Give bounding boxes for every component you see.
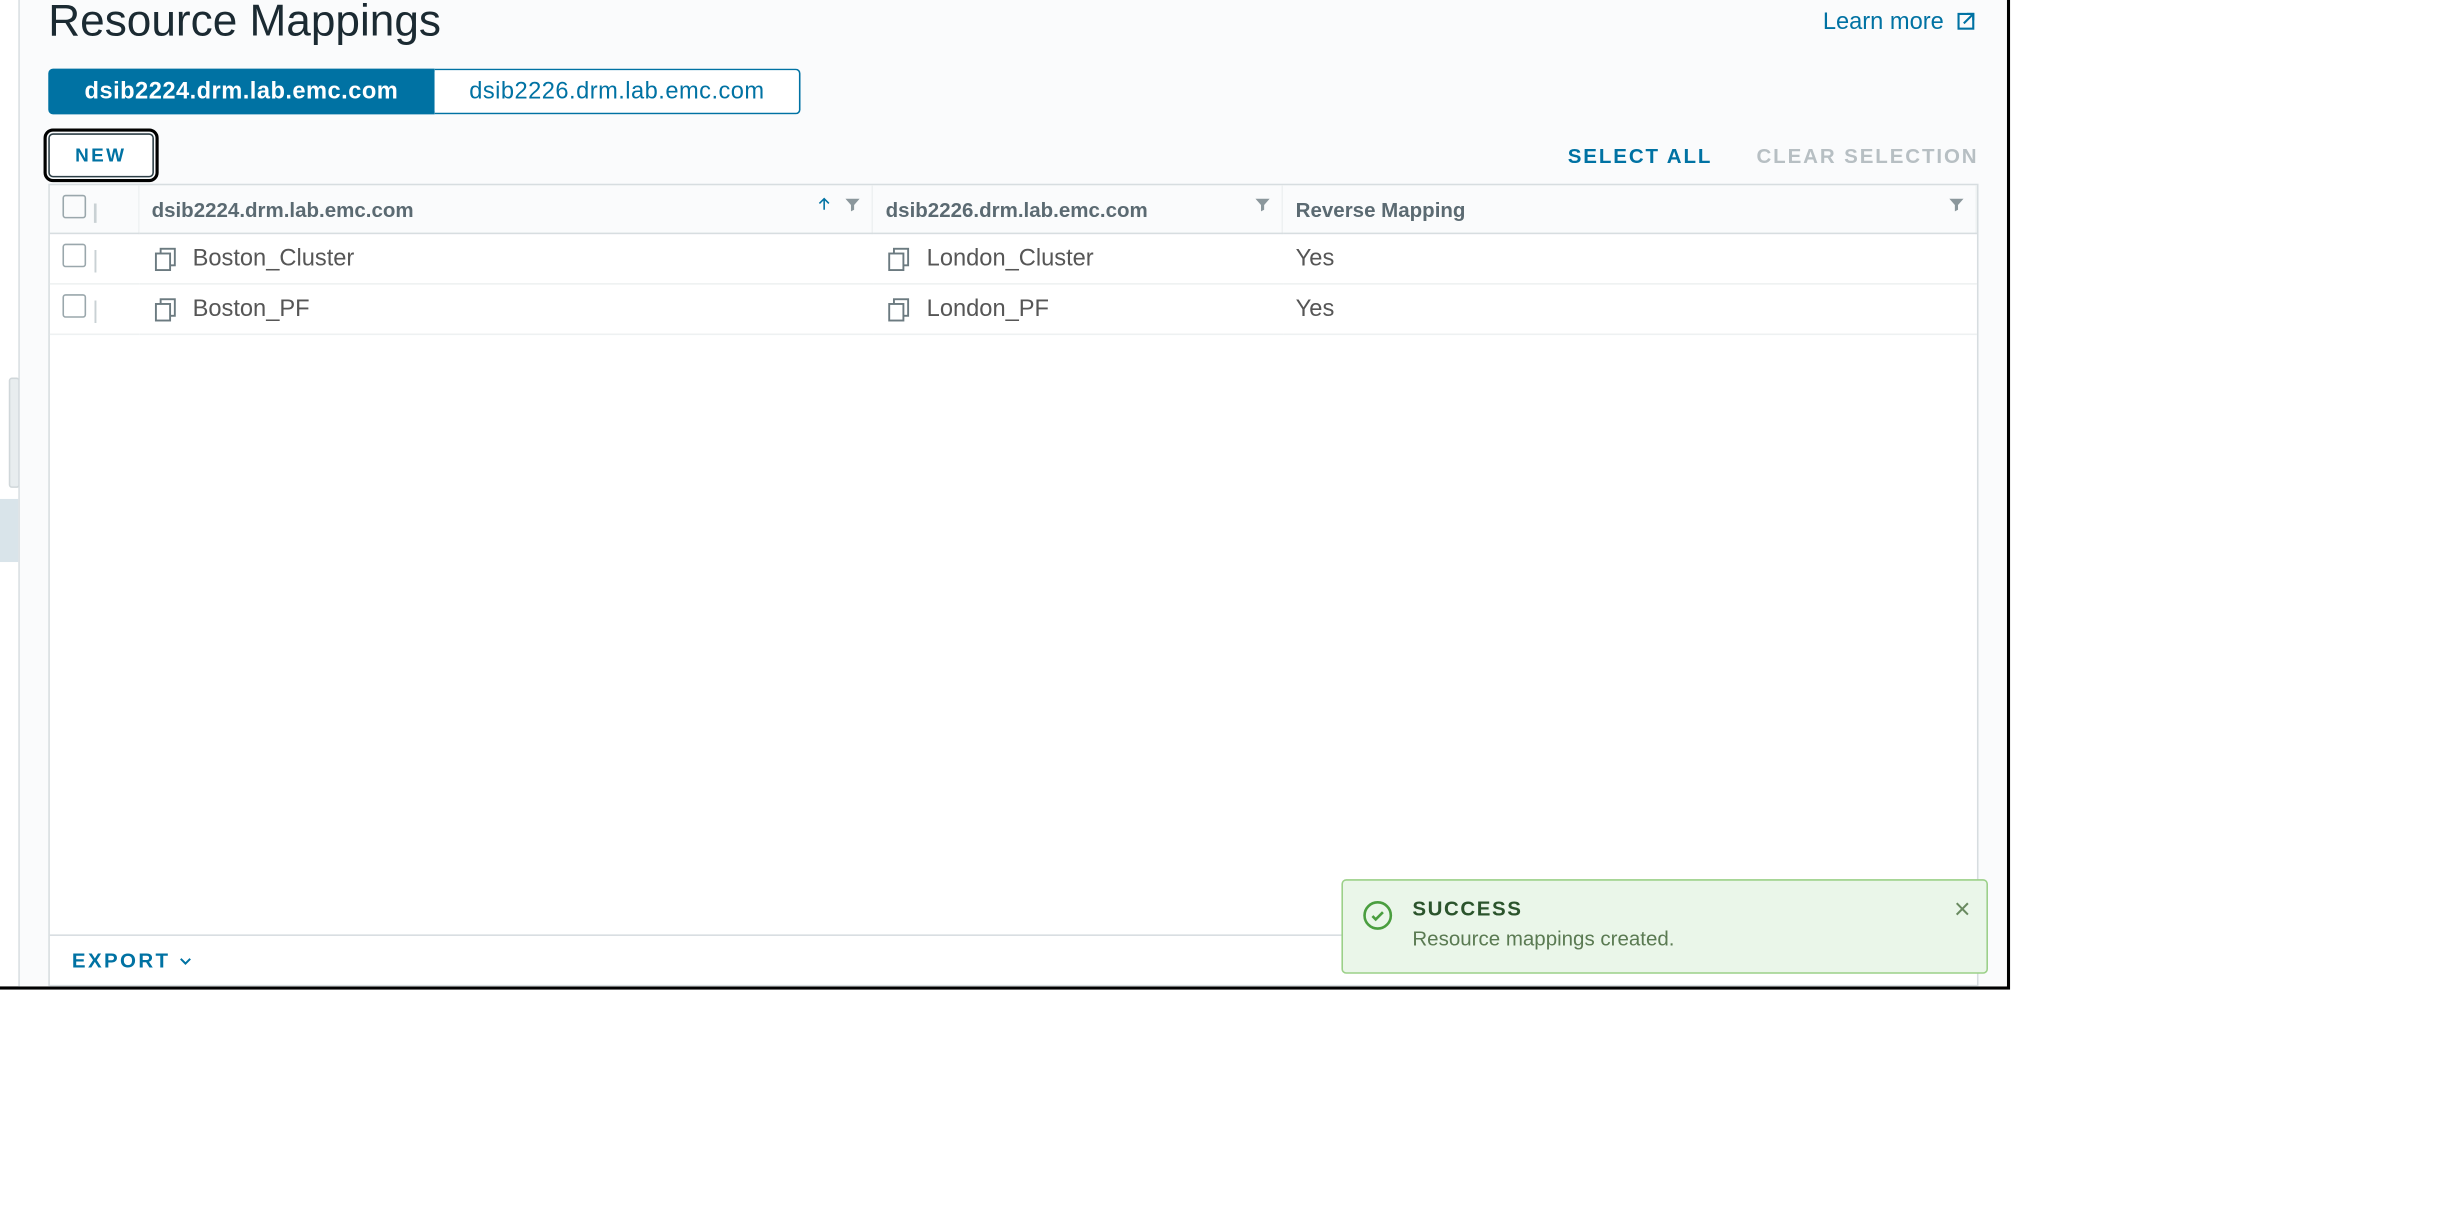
- toast-message: Resource mappings created.: [1412, 926, 1964, 950]
- close-icon[interactable]: ×: [1954, 893, 1971, 926]
- sidebar-item-resource-mappings[interactable]: Resource Mappings: [0, 499, 18, 562]
- main-panel: Resource Mappings Learn more dsib2224.dr…: [20, 0, 2007, 986]
- sidebar-item-storage-policy-mappings[interactable]: Storage Policy Mappings: [0, 562, 18, 625]
- new-button[interactable]: NEW: [48, 133, 153, 177]
- cell-value: Boston_PF: [193, 296, 310, 323]
- external-link-icon: [1953, 9, 1978, 34]
- col-header-secondary[interactable]: dsib2226.drm.lab.emc.com: [872, 185, 1282, 233]
- sidebar: Summary Issues Configure Array Based Rep…: [0, 0, 20, 986]
- checkbox-select-all[interactable]: [62, 195, 86, 219]
- resource-icon: [152, 244, 180, 272]
- sidebar-item-placeholder-datastores[interactable]: Placeholder Datastores: [0, 625, 18, 688]
- sidebar-item-summary[interactable]: Summary: [0, 0, 18, 50]
- toast-title: SUCCESS: [1412, 897, 1964, 921]
- cell-value: London_PF: [927, 296, 1049, 323]
- resource-icon: [886, 295, 914, 323]
- site-selector-tabs: dsib2224.drm.lab.emc.com dsib2226.drm.la…: [48, 69, 1978, 115]
- learn-more-link[interactable]: Learn more: [1823, 8, 1979, 35]
- col-header-reverse[interactable]: Reverse Mapping: [1282, 185, 1976, 233]
- chevron-down-icon: [177, 951, 196, 970]
- cell-value: Boston_Cluster: [193, 245, 355, 272]
- col-label: dsib2226.drm.lab.emc.com: [886, 197, 1148, 221]
- table-row[interactable]: | Boston_Cluster London_Cluster Yes: [50, 233, 1976, 283]
- cell-value: Yes: [1282, 284, 1976, 334]
- filter-icon[interactable]: [1947, 195, 1966, 214]
- filter-icon[interactable]: [1253, 195, 1272, 214]
- sidebar-resize-handle[interactable]: [9, 378, 20, 488]
- mappings-table: | dsib2224.drm.lab.emc.com dsib2226.: [48, 184, 1978, 987]
- filter-icon[interactable]: [843, 195, 862, 214]
- sort-up-icon[interactable]: [815, 195, 834, 214]
- sidebar-item-configure[interactable]: Configure: [0, 116, 18, 182]
- col-header-primary[interactable]: dsib2224.drm.lab.emc.com: [138, 185, 872, 233]
- select-all-action[interactable]: SELECT ALL: [1568, 144, 1713, 168]
- sidebar-item-storage-replication-adapters[interactable]: Storage Replication Ad…: [0, 247, 18, 310]
- cell-value: Yes: [1282, 233, 1976, 283]
- row-checkbox[interactable]: [62, 294, 86, 318]
- export-label: EXPORT: [72, 949, 171, 973]
- sidebar-item-permissions[interactable]: Permissions: [0, 753, 18, 819]
- site-tab-secondary[interactable]: dsib2226.drm.lab.emc.com: [435, 69, 801, 115]
- cell-value: London_Cluster: [927, 245, 1094, 272]
- resource-icon: [152, 295, 180, 323]
- success-toast: SUCCESS Resource mappings created. ×: [1341, 879, 1988, 974]
- success-icon: [1362, 900, 1394, 936]
- sidebar-item-array-pairs[interactable]: Array Pairs: [0, 310, 18, 373]
- learn-more-label: Learn more: [1823, 8, 1944, 35]
- row-checkbox[interactable]: [62, 244, 86, 268]
- page-title: Resource Mappings: [48, 0, 441, 47]
- sidebar-item-issues[interactable]: Issues: [0, 50, 18, 116]
- clear-selection-action: CLEAR SELECTION: [1756, 144, 1978, 168]
- sidebar-item-advanced-settings[interactable]: Advanced Settings: [0, 688, 18, 753]
- col-label: Reverse Mapping: [1296, 197, 1466, 221]
- sidebar-item-array-based-replication[interactable]: Array Based Replicati…: [0, 182, 18, 247]
- col-label: dsib2224.drm.lab.emc.com: [152, 197, 414, 221]
- site-tab-primary[interactable]: dsib2224.drm.lab.emc.com: [48, 69, 434, 115]
- resource-icon: [886, 244, 914, 272]
- table-row[interactable]: | Boston_PF London_PF Yes: [50, 284, 1976, 334]
